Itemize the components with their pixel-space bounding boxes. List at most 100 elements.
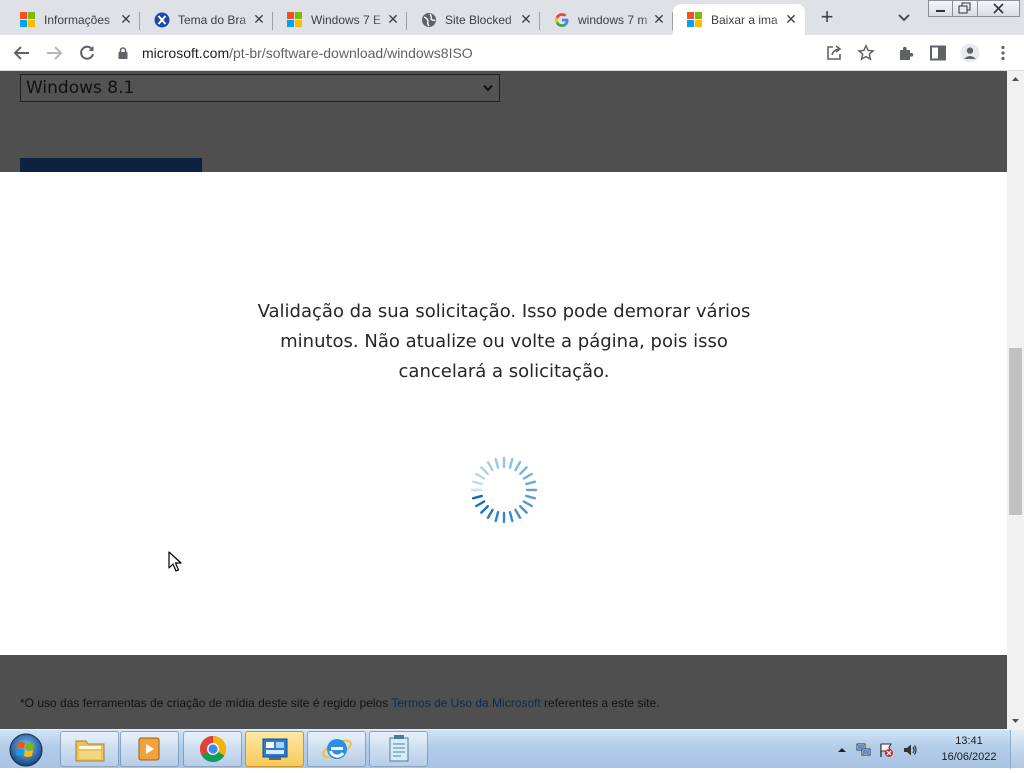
modal-backdrop-top: Windows 8.1 [0,71,1007,172]
x-icon [154,12,170,28]
loading-spinner-icon [470,456,538,524]
browser-toolbar: microsoft.com/pt-br/software-download/wi… [0,35,1024,71]
spinner-tick [508,511,514,523]
spinner-tick [480,505,489,514]
spinner-tick [514,461,522,472]
edition-select-value: Windows 8.1 [26,78,135,98]
taskbar-notepad[interactable] [369,731,428,767]
taskbar-chrome[interactable] [183,731,242,767]
close-icon[interactable]: ✕ [518,11,534,27]
menu-kebab-icon[interactable] [991,41,1015,65]
spinner-tick [486,461,494,472]
spinner-tick [494,511,500,523]
tab-title: Baixar a ima [711,12,778,27]
taskbar-clock[interactable]: 13:41 16/06/2022 [934,733,1004,765]
taskbar-internet-explorer[interactable] [307,731,366,767]
spinner-tick [475,472,486,480]
close-icon[interactable]: ✕ [651,11,667,27]
chrome-icon [199,735,226,763]
spinner-tick [494,457,500,469]
system-tray [834,736,934,762]
spinner-tick [471,494,483,500]
address-bar[interactable]: microsoft.com/pt-br/software-download/wi… [108,39,888,67]
scroll-thumb[interactable] [1009,348,1022,515]
dropdown-arrow-icon [483,84,493,92]
media-player-icon [138,737,159,761]
network-icon[interactable] [856,742,872,758]
microsoft-icon [287,11,303,28]
spinner-tick [475,500,486,508]
web-page: Windows 8.1 Validação da sua solicitação… [0,71,1007,729]
tab-windows-7[interactable]: Windows 7 E ✕ [273,4,407,35]
tab-windows-7-google[interactable]: windows 7 m ✕ [540,4,673,35]
chevron-up-icon[interactable] [834,742,850,758]
bookmark-star-icon[interactable] [854,41,878,65]
forward-arrow-icon[interactable] [42,41,66,65]
taskbar-file-explorer[interactable] [60,731,119,767]
control-panel-icon [262,738,287,760]
scroll-up-arrow-icon[interactable] [1007,71,1024,88]
file-explorer-icon [75,740,104,762]
back-arrow-icon[interactable] [10,41,34,65]
tab-informacoes[interactable]: Informações ✕ [6,4,140,35]
lock-icon [118,47,128,59]
footer-text: *O uso das ferramentas de criação de míd… [20,696,392,710]
tab-baixar-imagem[interactable]: Baixar a ima ✕ [673,4,805,35]
clock-time: 13:41 [955,735,983,747]
share-icon[interactable] [822,41,846,65]
confirm-button[interactable] [20,158,202,172]
extensions-icon[interactable] [894,41,918,65]
spinner-tick [480,466,489,475]
notepad-icon [389,735,408,762]
page-scrollbar[interactable] [1007,71,1024,729]
close-icon[interactable]: ✕ [385,11,401,27]
tab-title: Site Blocked [445,12,512,27]
start-button[interactable] [6,731,46,768]
chevron-down-icon[interactable] [894,8,914,28]
microsoft-icon [687,11,703,28]
validation-dialog: Validação da sua solicitação. Isso pode … [0,172,1007,655]
close-icon[interactable]: ✕ [783,11,799,27]
tab-title: Tema do Bra [178,12,247,27]
spinner-tick [508,457,514,469]
footer-text-end: referentes a este site. [540,696,660,710]
new-tab-button[interactable]: + [815,6,839,30]
validation-message: Validação da sua solicitação. Isso pode … [257,301,751,382]
taskbar-media-player[interactable] [120,731,179,767]
tab-site-blocked[interactable]: Site Blocked ✕ [407,4,540,35]
spinner-tick [514,508,522,519]
close-icon[interactable]: ✕ [251,11,267,27]
spinner-tick [519,466,528,475]
spinner-tick [471,480,483,486]
spinner-tick [486,508,494,519]
action-center-flag-icon[interactable] [878,742,894,758]
microsoft-icon [20,11,36,28]
tab-title: Informações [44,12,111,27]
globe-icon [421,12,437,28]
windows-taskbar: 13:41 16/06/2022 [0,729,1024,769]
volume-icon[interactable] [902,742,918,758]
footer-note: *O uso das ferramentas de criação de míd… [20,692,660,714]
spinner-tick [519,505,528,514]
spinner-tick [522,500,533,508]
spinner-tick [522,472,533,480]
taskbar-control-panel[interactable] [245,731,304,767]
close-icon[interactable]: ✕ [118,11,134,27]
show-desktop-button[interactable] [1010,730,1024,769]
reload-icon[interactable] [75,41,99,65]
browser-tab-strip: Informações ✕ Tema do Bra ✕ Windows 7 E … [0,0,1024,35]
spinner-tick [525,480,537,486]
internet-explorer-icon [321,739,352,759]
side-panel-icon[interactable] [926,41,950,65]
terms-of-use-link[interactable]: Termos de Uso da Microsoft [391,696,540,710]
mouse-cursor-icon [168,551,182,572]
restore-button[interactable] [952,0,978,17]
close-window-button[interactable] [977,0,1020,17]
clock-date: 16/06/2022 [941,751,997,763]
url-path: /pt-br/software-download/windows8ISO [229,45,473,61]
edition-select[interactable]: Windows 8.1 [20,74,500,102]
minimize-button[interactable] [928,0,953,17]
scroll-down-arrow-icon[interactable] [1007,712,1024,729]
profile-avatar-icon[interactable] [958,41,982,65]
tab-tema-do-brasil[interactable]: Tema do Bra ✕ [140,4,273,35]
